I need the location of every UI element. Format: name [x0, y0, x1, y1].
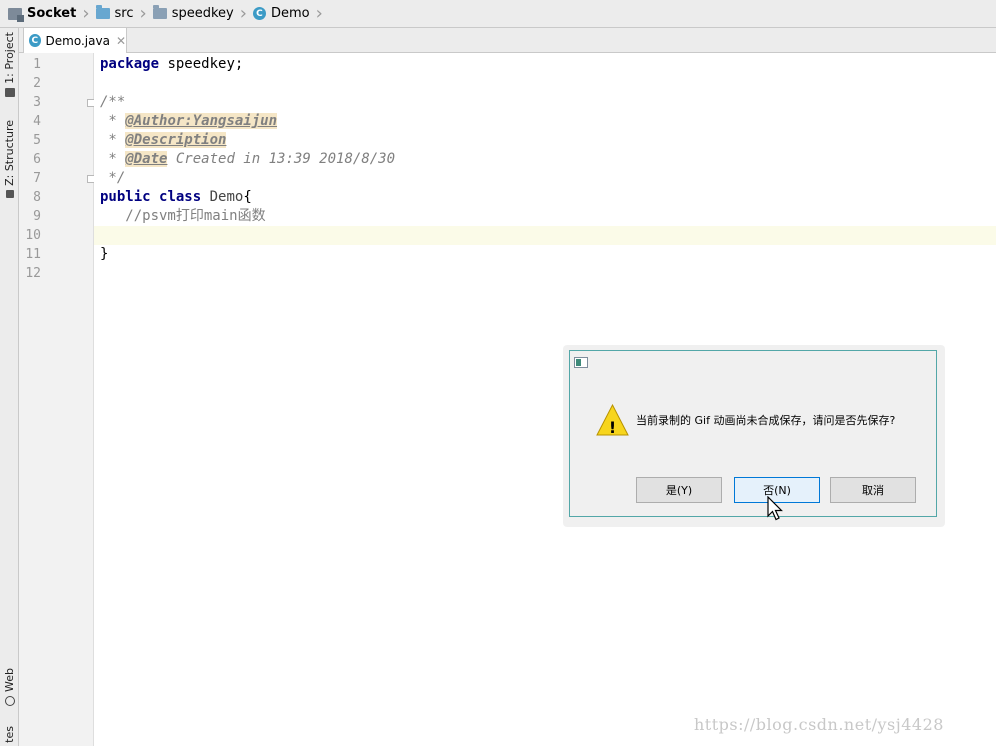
code-line-9: //psvm打印main函数 [100, 208, 266, 224]
comment-text: Created in 13:39 2018/8/30 [167, 151, 396, 167]
breadcrumb-package[interactable]: speedkey › [151, 0, 251, 28]
tool-window-project-label: 1: Project [3, 32, 16, 84]
keyword: class [159, 189, 202, 205]
breadcrumb-class-label: Demo [270, 6, 310, 21]
comment-prefix: * [100, 132, 126, 148]
line-number: 6 [33, 152, 41, 167]
line-number: 12 [25, 266, 41, 281]
breadcrumb-src[interactable]: src › [94, 0, 151, 28]
line-number: 3 [33, 95, 41, 110]
class-name: Demo [209, 189, 244, 205]
editor-gutter[interactable]: 1 2 3 4 5 6 7 8 9 10 11 12 [19, 53, 95, 746]
project-icon [8, 7, 24, 22]
folder-icon [95, 5, 110, 19]
structure-icon [5, 189, 14, 198]
code-line-8: public class Demo{ [100, 188, 252, 207]
chevron-right-icon: › [82, 2, 90, 24]
watermark: https://blog.csdn.net/ysj4428 [694, 715, 944, 734]
editor-tab-bar: C Demo.java ✕ [19, 28, 996, 53]
doc-tag: @Author:Yangsaijun [125, 113, 278, 129]
chevron-right-icon: › [239, 2, 247, 24]
line-number: 8 [33, 190, 41, 205]
cancel-button[interactable]: 取消 [830, 477, 916, 503]
tool-window-structure-label: Z: Structure [3, 120, 16, 186]
code-line-5: * @Description [100, 131, 227, 150]
breadcrumb-project[interactable]: Socket › [6, 0, 94, 28]
tool-window-strip: 1: Project Z: Structure Web tes [0, 28, 19, 746]
chevron-right-icon: › [139, 2, 147, 24]
globe-icon [4, 695, 15, 706]
tool-window-structure[interactable]: Z: Structure [1, 120, 18, 198]
code-line-3: /** [100, 94, 126, 110]
doc-tag: @Description [125, 132, 227, 148]
navigation-bar: Socket › src › speedkey › C Demo › [0, 0, 996, 28]
mouse-pointer-icon [767, 496, 783, 521]
tool-window-favorites[interactable]: tes [1, 726, 18, 743]
warning-icon: ! [596, 403, 629, 437]
breadcrumb-package-label: speedkey [171, 6, 234, 21]
line-number: 2 [33, 76, 41, 91]
breadcrumb-class[interactable]: C Demo › [251, 0, 327, 28]
line-number: 7 [33, 171, 41, 186]
code-text: { [243, 189, 252, 205]
code-line-11: } [100, 246, 109, 262]
class-icon: C [252, 7, 266, 20]
code-line-1: package speedkey; [100, 55, 243, 74]
class-icon: C [29, 34, 41, 47]
keyword: public [100, 189, 151, 205]
tab-demo-java[interactable]: C Demo.java ✕ [23, 28, 127, 53]
chevron-right-icon: › [315, 2, 323, 24]
tool-window-web[interactable]: Web [1, 668, 18, 706]
exclamation-mark: ! [608, 418, 617, 437]
code-line-6: * @Date Created in 13:39 2018/8/30 [100, 150, 395, 169]
comment-prefix: * [100, 113, 126, 129]
line-number: 9 [33, 209, 41, 224]
line-number: 4 [33, 114, 41, 129]
yes-button[interactable]: 是(Y) [636, 477, 722, 503]
line-number: 10 [25, 228, 41, 243]
code-text: speedkey; [159, 56, 244, 72]
keyword: package [100, 56, 160, 72]
code-line-7: */ [100, 170, 126, 186]
caret-line-highlight [94, 226, 996, 245]
folder-icon [4, 87, 15, 97]
confirm-dialog: ! 当前录制的 Gif 动画尚未合成保存，请问是否先保存? 是(Y) 否(N) … [569, 350, 937, 517]
line-number: 1 [33, 57, 41, 72]
code-line-4: * @Author:Yangsaijun [100, 112, 278, 131]
comment-prefix: * [100, 151, 126, 167]
line-number: 5 [33, 133, 41, 148]
dialog-message: 当前录制的 Gif 动画尚未合成保存，请问是否先保存? [636, 414, 896, 427]
tab-label: Demo.java [45, 33, 110, 48]
line-number: 11 [25, 247, 41, 262]
package-folder-icon [152, 5, 167, 19]
tool-window-web-label: Web [3, 668, 16, 692]
tool-window-project[interactable]: 1: Project [1, 32, 18, 97]
doc-tag: @Date [125, 151, 168, 167]
breadcrumb-project-label: Socket [27, 6, 77, 21]
close-icon[interactable]: ✕ [116, 34, 126, 48]
tool-window-favorites-label: tes [3, 726, 16, 743]
window-icon [574, 357, 588, 368]
breadcrumb-src-label: src [114, 6, 134, 21]
